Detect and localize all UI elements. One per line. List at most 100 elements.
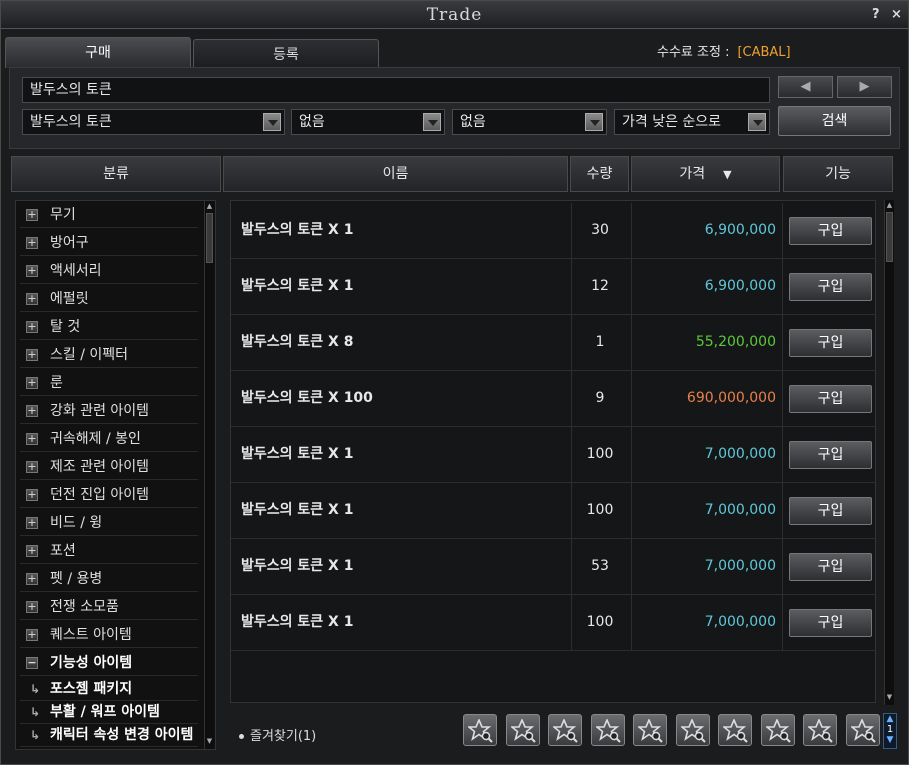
scroll-thumb[interactable] (206, 213, 213, 263)
table-row[interactable]: 발두스의 토큰 X 1 100 7,000,000 구입 (231, 595, 875, 651)
expand-icon[interactable]: + (26, 293, 38, 305)
close-button[interactable]: × (891, 7, 902, 22)
pager-up-icon[interactable]: ▲ (884, 714, 896, 724)
title-bar[interactable]: Trade ? × (1, 1, 908, 29)
category-item[interactable]: − 기능성 아이템 (20, 650, 198, 676)
pager-down-icon[interactable]: ▼ (884, 735, 896, 745)
favorite-slot[interactable] (760, 714, 795, 746)
expand-icon[interactable]: + (26, 629, 38, 641)
buy-button[interactable]: 구입 (789, 497, 872, 525)
expand-icon[interactable]: + (26, 489, 38, 501)
buy-button[interactable]: 구입 (789, 217, 872, 245)
buy-button[interactable]: 구입 (789, 609, 872, 637)
category-item[interactable]: + 스킬 / 이펙터 (20, 342, 198, 368)
favorites-pager[interactable]: ▲ 1 ▼ (883, 713, 897, 749)
table-row[interactable]: 발두스의 토큰 X 1 100 7,000,000 구입 (231, 427, 875, 483)
buy-button[interactable]: 구입 (789, 441, 872, 469)
scroll-down-icon[interactable]: ▼ (205, 737, 214, 747)
category-item[interactable]: + 포션 (20, 538, 198, 564)
search-button[interactable]: 검색 (778, 106, 891, 136)
tab-register[interactable]: 등록 (193, 39, 379, 68)
collapse-icon[interactable]: − (26, 657, 38, 669)
expand-icon[interactable]: + (26, 377, 38, 389)
buy-button[interactable]: 구입 (789, 329, 872, 357)
category-item[interactable]: + 탈 것 (20, 314, 198, 340)
category-label: 무기 (50, 207, 76, 223)
table-row[interactable]: 발두스의 토큰 X 1 53 7,000,000 구입 (231, 539, 875, 595)
favorite-slot[interactable] (718, 714, 752, 746)
favorite-slot[interactable] (548, 714, 582, 746)
expand-icon[interactable]: + (26, 265, 38, 277)
favorite-slot[interactable] (845, 714, 880, 746)
category-item[interactable]: + 에펄릿 (20, 286, 198, 312)
table-row[interactable]: 발두스의 토큰 X 100 9 690,000,000 구입 (231, 371, 875, 427)
buy-button[interactable]: 구입 (789, 385, 872, 413)
subcategory-item[interactable]: ↳ 부활 / 워프 아이템 (20, 701, 198, 724)
table-row[interactable]: 발두스의 토큰 X 8 1 55,200,000 구입 (231, 315, 875, 371)
buy-button[interactable]: 구입 (789, 273, 872, 301)
window-title: Trade (426, 5, 483, 25)
subcategory-item[interactable]: ↳ 캐릭터 속성 변경 아이템 (20, 724, 198, 747)
sort-select[interactable]: 가격 낮은 순으로 (614, 109, 770, 135)
expand-icon[interactable]: + (26, 461, 38, 473)
category-item[interactable]: + 던전 진입 아이템 (20, 482, 198, 508)
option1-select[interactable]: 없음 (291, 109, 445, 135)
search-input[interactable]: 발두스의 토큰 (22, 77, 770, 103)
header-name[interactable]: 이름 (223, 156, 568, 192)
favorite-slot[interactable] (590, 714, 625, 746)
expand-icon[interactable]: + (26, 237, 38, 249)
expand-icon[interactable]: + (26, 517, 38, 529)
scroll-down-icon[interactable]: ▼ (885, 693, 894, 703)
category-item[interactable]: + 무기 (20, 202, 198, 228)
category-item[interactable]: + 방어구 (20, 230, 198, 256)
scroll-thumb[interactable] (886, 212, 893, 262)
expand-icon[interactable]: + (26, 349, 38, 361)
category-item[interactable]: + 퀘스트 아이템 (20, 622, 198, 648)
category-label: 에펄릿 (50, 291, 89, 307)
favorite-slot[interactable] (505, 714, 540, 746)
category-item[interactable]: + 룬 (20, 370, 198, 396)
item-price: 7,000,000 (704, 502, 776, 518)
scroll-up-icon[interactable]: ▲ (205, 202, 214, 212)
table-row[interactable]: 발두스의 토큰 X 1 100 7,000,000 구입 (231, 483, 875, 539)
fee-value[interactable]: [CABAL] (737, 45, 790, 60)
favorite-slot[interactable] (675, 714, 710, 746)
category-scrollbar[interactable]: ▲ ▼ (204, 201, 214, 749)
header-qty[interactable]: 수량 (570, 156, 629, 192)
scroll-up-icon[interactable]: ▲ (885, 201, 894, 211)
expand-icon[interactable]: + (26, 321, 38, 333)
category-item[interactable]: + 전쟁 소모품 (20, 594, 198, 620)
item-qty: 30 (591, 222, 609, 238)
listing-scrollbar[interactable]: ▲ ▼ (884, 200, 894, 705)
favorite-slot[interactable] (633, 714, 667, 746)
favorite-slot[interactable] (463, 714, 497, 746)
expand-icon[interactable]: + (26, 405, 38, 417)
table-row[interactable]: 발두스의 토큰 X 1 12 6,900,000 구입 (231, 259, 875, 315)
expand-icon[interactable]: + (26, 545, 38, 557)
subcategory-item[interactable]: ↳ 포스젬 패키지 (20, 678, 198, 701)
help-button[interactable]: ? (872, 7, 880, 22)
category-item[interactable]: + 귀속해제 / 봉인 (20, 426, 198, 452)
prev-page-button[interactable]: ◀ (778, 76, 833, 98)
category-item[interactable]: + 제조 관련 아이템 (20, 454, 198, 480)
buy-button[interactable]: 구입 (789, 553, 872, 581)
bullet-icon (239, 734, 244, 739)
favorite-slot[interactable] (803, 714, 837, 746)
category-item[interactable]: + 액세서리 (20, 258, 198, 284)
category-item[interactable]: + 비드 / 윙 (20, 510, 198, 536)
category-item[interactable]: + 펫 / 용병 (20, 566, 198, 592)
expand-icon[interactable]: + (26, 573, 38, 585)
expand-icon[interactable]: + (26, 209, 38, 221)
item-qty: 100 (586, 446, 614, 462)
expand-icon[interactable]: + (26, 433, 38, 445)
tab-buy[interactable]: 구매 (5, 37, 191, 68)
header-price[interactable]: 가격 ▼ (631, 156, 780, 192)
next-page-button[interactable]: ▶ (837, 76, 892, 98)
expand-icon[interactable]: + (26, 601, 38, 613)
table-row[interactable]: 발두스의 토큰 X 1 30 6,900,000 구입 (231, 203, 875, 259)
option2-select[interactable]: 없음 (452, 109, 607, 135)
category-label: 액세서리 (50, 263, 102, 279)
category-item[interactable]: + 강화 관련 아이템 (20, 398, 198, 424)
sort-select-value: 가격 낮은 순으로 (622, 114, 722, 130)
item-select[interactable]: 발두스의 토큰 (22, 109, 285, 135)
